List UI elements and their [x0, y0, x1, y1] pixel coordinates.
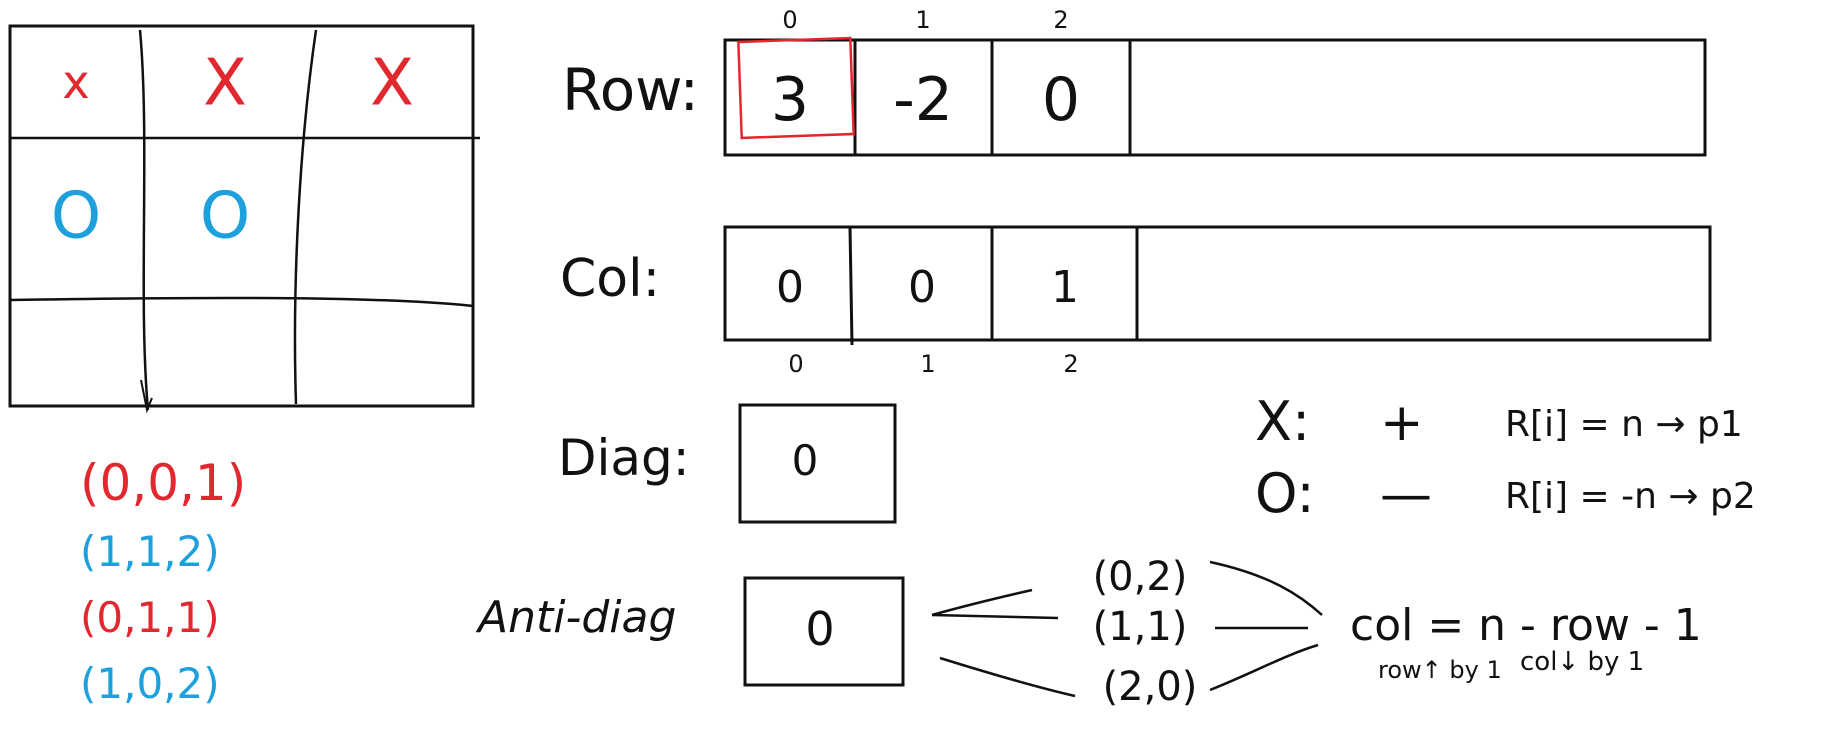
- diag-section: Diag: 0: [558, 403, 897, 524]
- board-mark-r1-c0: O: [51, 179, 101, 253]
- fan-line-mid-left: [931, 613, 1059, 620]
- board-grid-line-v2: [293, 29, 318, 405]
- board-mark-r0-c1: X: [203, 46, 247, 120]
- anti-diag-note-col: col↓ by 1: [1520, 647, 1644, 677]
- rule-condition-1: R[i] = -n → p2: [1505, 476, 1756, 517]
- col-array-frame: [723, 225, 1712, 342]
- rule-condition-0: R[i] = n → p1: [1505, 404, 1743, 445]
- col-index-1: 1: [920, 350, 935, 378]
- move-item: (0,1,1): [80, 593, 220, 642]
- diag-label: Diag:: [558, 429, 690, 487]
- row-array-frame: [723, 38, 1707, 157]
- board-mark-r0-c0: x: [62, 55, 89, 109]
- board-mark-r1-c1: O: [200, 179, 250, 253]
- col-index-0: 0: [788, 350, 803, 378]
- row-label: Row:: [562, 56, 699, 124]
- move-list: (0,0,1) (1,1,2) (0,1,1) (1,0,2): [80, 454, 246, 708]
- row-index-2: 2: [1053, 6, 1068, 34]
- row-value-1: -2: [893, 65, 953, 135]
- col-label: Col:: [560, 249, 660, 309]
- fan-line-top-left: [931, 588, 1033, 617]
- row-value-0: 3: [771, 65, 809, 135]
- fan-line-bottom-right: [1209, 643, 1319, 692]
- anti-diag-note-row: row↑ by 1: [1378, 656, 1502, 684]
- anti-diag-coords: (0,2)(1,1) (2,0): [1093, 554, 1198, 710]
- col-cells: 0 0 1 0 1 2: [776, 262, 1079, 378]
- rule-player-1: O:: [1255, 462, 1315, 525]
- diag-value: 0: [792, 436, 819, 485]
- rule-op-1: —: [1380, 465, 1432, 525]
- anti-diag-coord: (0,2): [1093, 554, 1188, 600]
- anti-diag-value: 0: [805, 602, 834, 656]
- anti-diag-label: Anti-diag: [475, 592, 676, 643]
- col-index-2: 2: [1063, 350, 1078, 378]
- diagram-canvas: x X XO O (0,0,1)(1,1,2)(0,1,1)(1,0,2) Row: …: [8, 6, 1756, 710]
- anti-diag-section: Anti-diag 0 (0,2)(1,1) (2,0) col = n - ro…: [475, 554, 1702, 710]
- move-item: (1,1,2): [80, 527, 220, 576]
- rule-op-0: +: [1380, 393, 1424, 453]
- board-grid-line-v1: [138, 29, 150, 411]
- move-item: (1,0,2): [80, 659, 220, 708]
- col-value-2: 1: [1051, 262, 1079, 313]
- col-array-section: Col: 0 0 1 0 1 2: [560, 225, 1712, 378]
- board-grid-line-h2: [9, 296, 474, 308]
- row-cells: 0 1 2 3 -2 0: [771, 6, 1080, 135]
- row-array-section: Row: 0 1 2 3 -2 0: [562, 6, 1707, 157]
- anti-diag-coord: (1,1): [1093, 604, 1188, 650]
- move-item: (0,0,1): [80, 454, 246, 512]
- fan-line-bottom-left: [939, 656, 1076, 698]
- col-value-1: 0: [908, 262, 936, 313]
- col-divider-1: [848, 226, 854, 346]
- anti-diag-formula: col = n - row - 1: [1350, 600, 1702, 651]
- row-index-0: 0: [782, 6, 797, 34]
- fan-line-top-right: [1209, 560, 1323, 616]
- tic-tac-toe-board: x X XO O: [8, 24, 480, 414]
- board-mark-r0-c2: X: [370, 46, 414, 120]
- row-index-1: 1: [915, 6, 930, 34]
- row-value-2: 0: [1042, 65, 1080, 135]
- win-rules: X: + R[i] = n → p1 O: — R[i] = -n → p2: [1255, 390, 1756, 525]
- col-value-0: 0: [776, 262, 804, 313]
- anti-diag-coord: (2,0): [1103, 664, 1198, 710]
- board-marks: x X XO O: [51, 46, 414, 253]
- rule-player-0: X:: [1255, 390, 1310, 453]
